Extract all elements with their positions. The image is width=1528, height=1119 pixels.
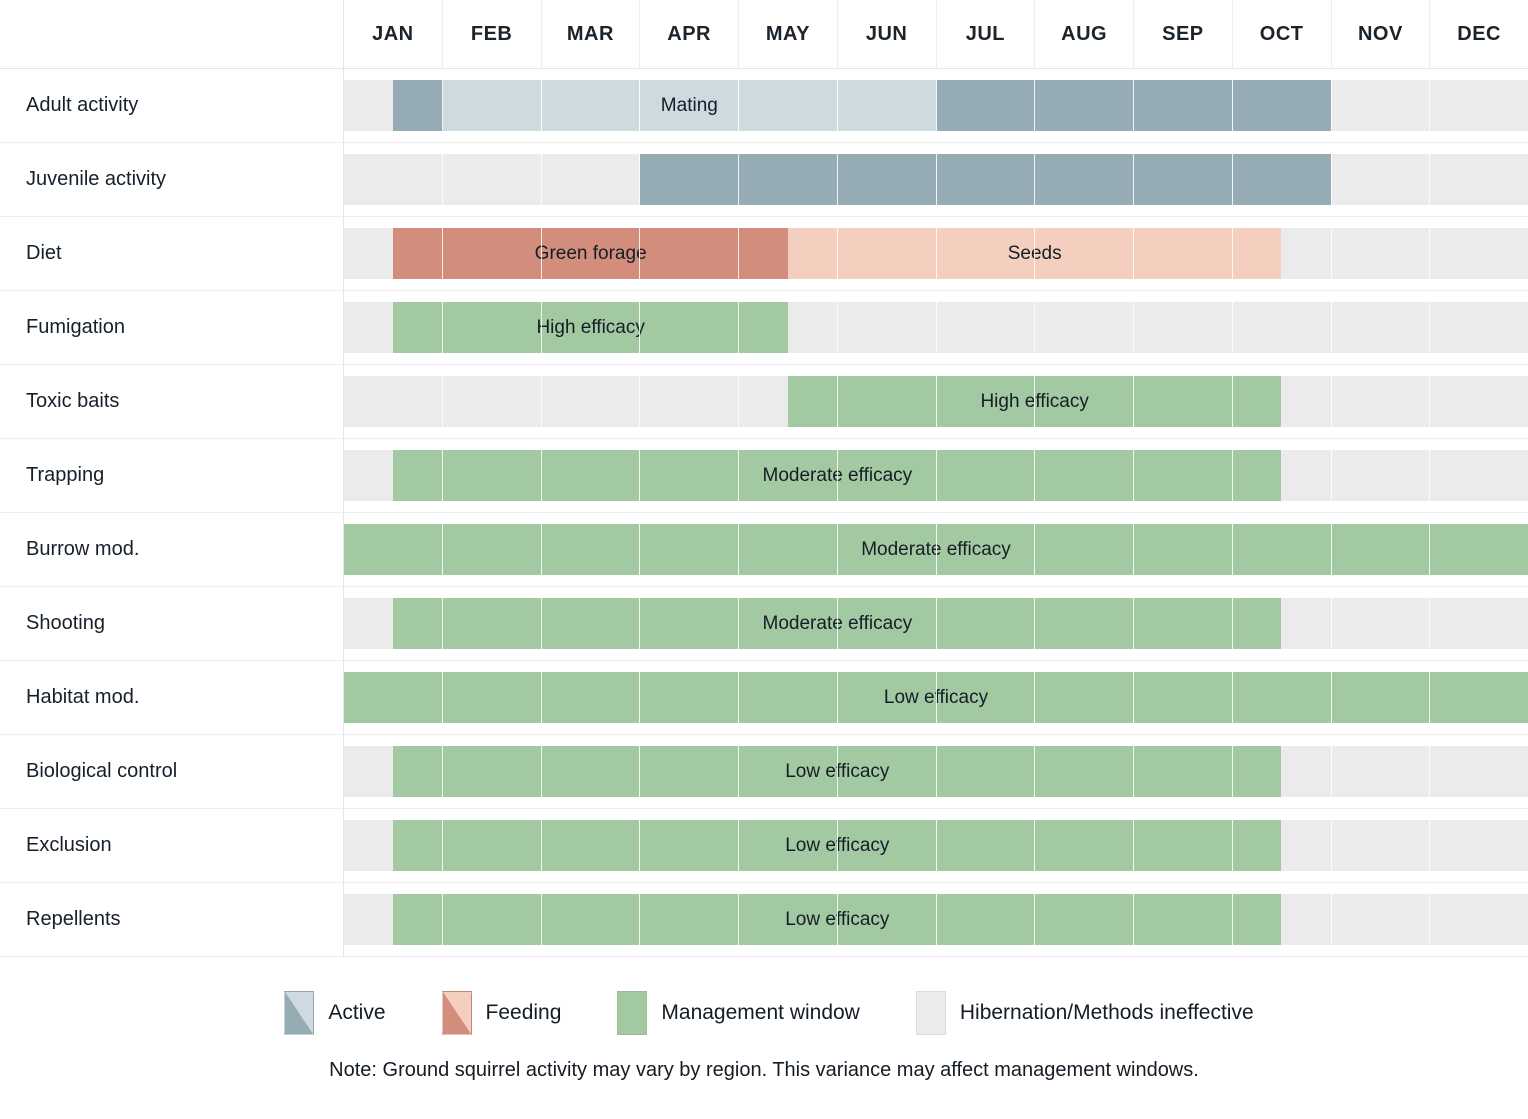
bar-segment[interactable]: High efficacy — [393, 302, 788, 353]
row-track: Moderate efficacy — [344, 587, 1528, 660]
header-corner-cell — [0, 0, 344, 68]
table-row: Fumigation High efficacy — [0, 291, 1528, 365]
row-track: Mating — [344, 69, 1528, 142]
legend-item[interactable]: Hibernation/Methods ineffective — [915, 991, 1254, 1035]
bar-label: Moderate efficacy — [861, 538, 1011, 560]
table-row: Exclusion Low efficacy — [0, 809, 1528, 883]
month-header-jul: JUL — [937, 0, 1036, 68]
row-label-repellents: Repellents — [0, 883, 344, 956]
bar-segment[interactable]: Moderate efficacy — [393, 450, 1282, 501]
table-row: Repellents Low efficacy — [0, 883, 1528, 957]
table-row: Trapping Moderate efficacy — [0, 439, 1528, 513]
row-label-diet: Diet — [0, 217, 344, 290]
bar-segment[interactable]: Low efficacy — [393, 894, 1282, 945]
table-row: Adult activity Mating — [0, 69, 1528, 143]
seasonal-management-chart: JAN FEB MAR APR MAY JUN JUL AUG SEP OCT NOV DEC Adu… — [0, 0, 1528, 1119]
table-row: Juvenile activity — [0, 143, 1528, 217]
table-row: Habitat mod. Low efficacy — [0, 661, 1528, 735]
row-label-biological-control: Biological control — [0, 735, 344, 808]
row-label-adult-activity: Adult activity — [0, 69, 344, 142]
bar-label: Moderate efficacy — [762, 612, 913, 634]
row-track — [344, 143, 1528, 216]
row-track: Low efficacy — [344, 661, 1528, 734]
chart-note: Note: Ground squirrel activity may vary … — [329, 1059, 1199, 1081]
row-label-toxic-baits: Toxic baits — [0, 365, 344, 438]
month-header-dec: DEC — [1457, 22, 1501, 45]
month-header-nov: NOV — [1332, 0, 1431, 68]
month-header-jan: JAN — [344, 0, 443, 68]
legend-label: Feeding — [485, 1001, 562, 1024]
legend-label: Management window — [661, 1001, 860, 1024]
table-row: Diet Green forage Seeds — [0, 217, 1528, 291]
row-label-burrow-mod: Burrow mod. — [0, 513, 344, 586]
table-row: Toxic baits High efficacy — [0, 365, 1528, 439]
row-track: Moderate efficacy — [344, 439, 1528, 512]
row-label-shooting: Shooting — [0, 587, 344, 660]
bar-segment[interactable]: Moderate efficacy — [393, 598, 1282, 649]
month-header-feb: FEB — [443, 0, 542, 68]
row-track: Green forage Seeds — [344, 217, 1528, 290]
chart-rows: Adult activity Mating Juvenile activity Die… — [0, 69, 1528, 957]
row-label-exclusion: Exclusion — [0, 809, 344, 882]
legend-swatch-icon — [284, 991, 315, 1035]
bar-segment[interactable]: Green forage — [393, 228, 788, 279]
bar-segment[interactable]: Low efficacy — [344, 672, 1528, 723]
bar-segment[interactable]: Seeds — [788, 228, 1282, 279]
row-label-trapping: Trapping — [0, 439, 344, 512]
legend-item[interactable]: Feeding — [441, 991, 562, 1035]
legend-item[interactable]: Active — [284, 991, 386, 1035]
bar-label: Low efficacy — [785, 908, 890, 930]
legend-swatch-icon — [441, 991, 472, 1035]
bar-segment[interactable] — [640, 154, 1331, 205]
bar-label: Moderate efficacy — [762, 464, 913, 486]
row-track: Low efficacy — [344, 809, 1528, 882]
row-track: Low efficacy — [344, 883, 1528, 956]
row-track: Moderate efficacy — [344, 513, 1528, 586]
month-header-may: MAY — [739, 0, 838, 68]
month-header-oct: OCT — [1233, 0, 1332, 68]
bar-label: High efficacy — [536, 316, 645, 338]
bar-segment[interactable]: Moderate efficacy — [344, 524, 1528, 575]
bar-segment[interactable]: Low efficacy — [393, 820, 1282, 871]
month-header-mar: MAR — [542, 0, 641, 68]
row-track: High efficacy — [344, 291, 1528, 364]
bar-label: Green forage — [534, 242, 647, 264]
bar-label: Low efficacy — [883, 686, 989, 708]
table-row: Burrow mod. Moderate efficacy — [0, 513, 1528, 587]
row-track: High efficacy — [344, 365, 1528, 438]
table-row: Biological control Low efficacy — [0, 735, 1528, 809]
row-label-fumigation: Fumigation — [0, 291, 344, 364]
month-header-cells: JAN FEB MAR APR MAY JUN JUL AUG SEP OCT NOV DEC — [344, 0, 1528, 68]
bar-segment[interactable]: Low efficacy — [393, 746, 1282, 797]
bar-segment[interactable] — [393, 80, 443, 131]
bar-segment[interactable]: Mating — [442, 80, 936, 131]
bar-label: Low efficacy — [785, 760, 890, 782]
table-row: Shooting Moderate efficacy — [0, 587, 1528, 661]
bar-label: High efficacy — [980, 390, 1089, 412]
month-header-row: JAN FEB MAR APR MAY JUN JUL AUG SEP OCT NOV DEC — [0, 0, 1528, 69]
legend-item[interactable]: Management window — [617, 991, 860, 1035]
legend-label: Active — [328, 1001, 386, 1024]
row-label-habitat-mod: Habitat mod. — [0, 661, 344, 734]
month-header-aug: AUG — [1035, 0, 1134, 68]
chart-legend: Active Feeding Management window Hibernatio… — [0, 991, 1528, 1035]
legend-swatch-icon — [617, 991, 648, 1035]
month-header-jun: JUN — [838, 0, 937, 68]
row-track: Low efficacy — [344, 735, 1528, 808]
bar-label: Seeds — [1007, 242, 1062, 264]
bar-segment[interactable] — [936, 80, 1331, 131]
legend-swatch-icon — [915, 991, 946, 1035]
month-header-sep: SEP — [1134, 0, 1233, 68]
bar-label: Low efficacy — [785, 834, 890, 856]
row-label-juvenile-activity: Juvenile activity — [0, 143, 344, 216]
month-header-apr: APR — [640, 0, 739, 68]
legend-label: Hibernation/Methods ineffective — [959, 1001, 1254, 1024]
bar-label: Mating — [660, 94, 718, 116]
bar-segment[interactable]: High efficacy — [788, 376, 1282, 427]
